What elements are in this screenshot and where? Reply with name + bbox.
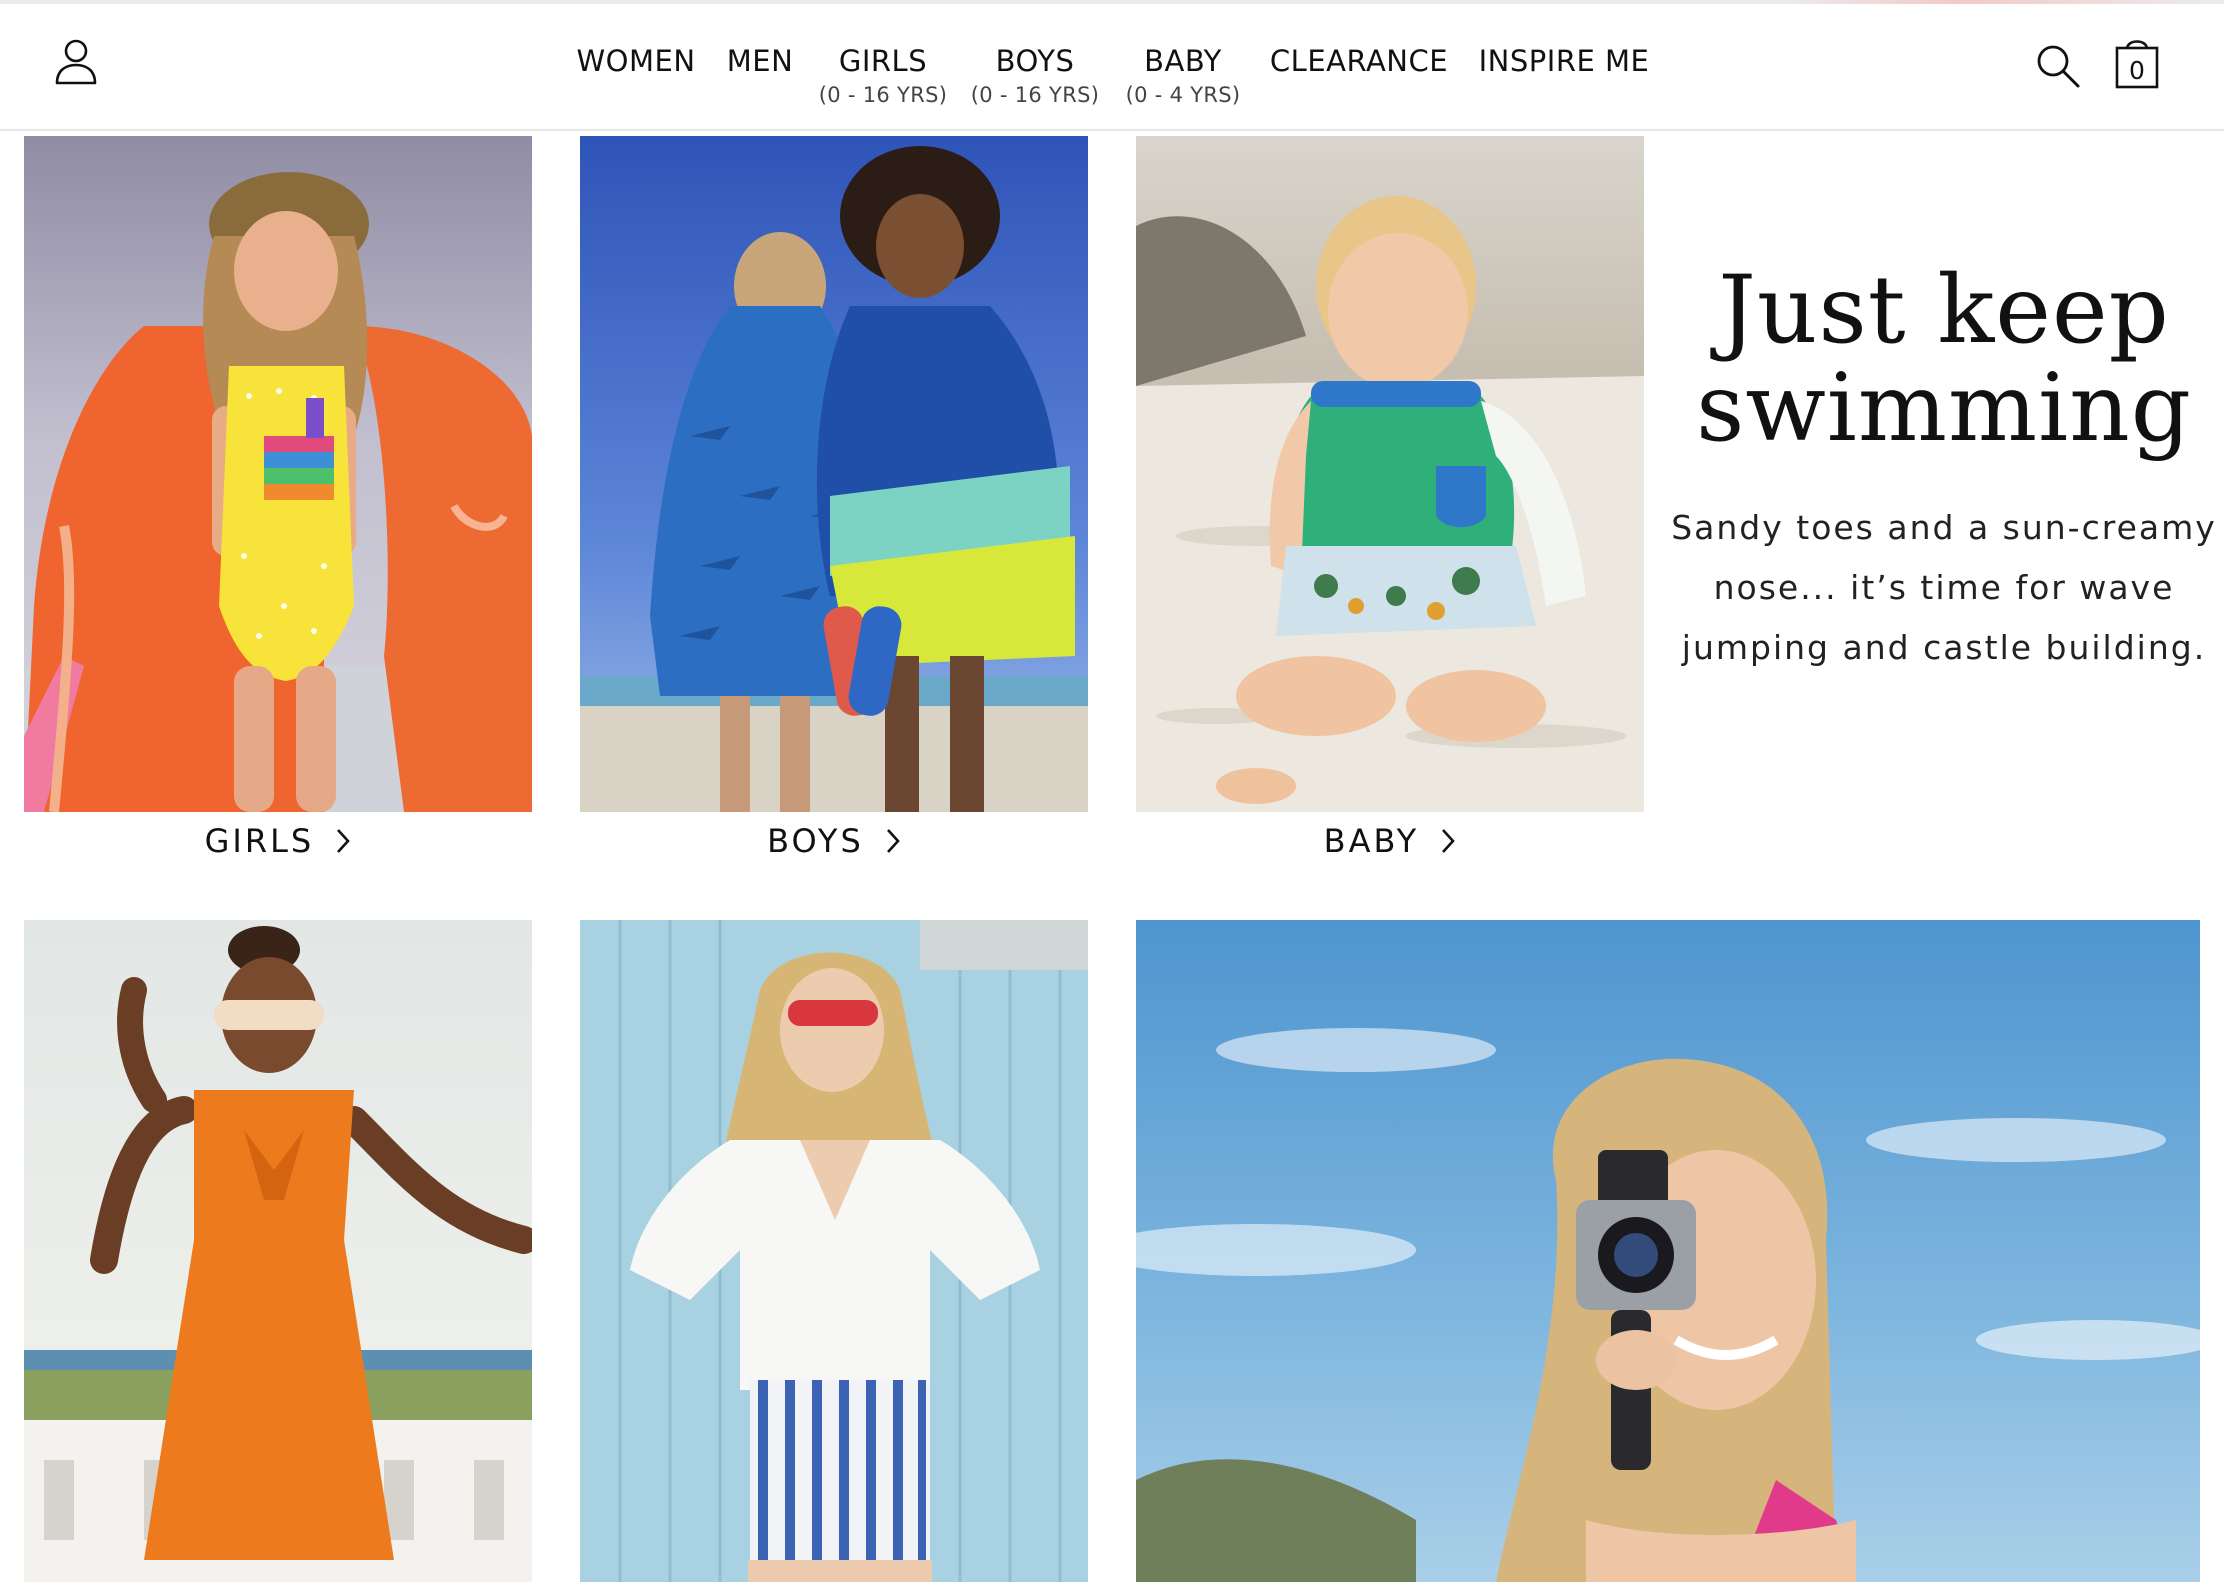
nav-item-men[interactable]: MEN: [722, 44, 798, 78]
nav-item-baby[interactable]: BABY (0 - 4 YRS): [1116, 44, 1250, 107]
site-header: WOMEN MEN GIRLS (0 - 16 YRS) BOYS (0 - 1…: [0, 4, 2224, 131]
nav-label: CLEARANCE: [1269, 44, 1449, 78]
page: WOMEN MEN GIRLS (0 - 16 YRS) BOYS (0 - 1…: [0, 0, 2224, 1591]
orange-dress-image[interactable]: [24, 920, 532, 1582]
nav-label: BABY: [1144, 44, 1222, 78]
nav-label: GIRLS: [838, 44, 928, 78]
nav-label: MEN: [726, 44, 794, 78]
nav-item-women[interactable]: WOMEN: [572, 44, 700, 78]
main-nav: WOMEN MEN GIRLS (0 - 16 YRS) BOYS (0 - 1…: [0, 4, 2224, 131]
promo-body: Sandy toes and a sun-creamy nose... it’s…: [1671, 508, 2217, 667]
nav-item-clearance[interactable]: CLEARANCE: [1264, 44, 1454, 78]
striped-shorts-image[interactable]: [580, 920, 1088, 1582]
promo-title: Just keep swimming: [1664, 262, 2224, 458]
nav-label: BOYS: [995, 44, 1075, 78]
nav-label: INSPIRE ME: [1478, 44, 1650, 78]
caption-label: BOYS: [767, 822, 864, 860]
nav-item-boys[interactable]: BOYS (0 - 16 YRS): [964, 44, 1106, 107]
promo-title-line: swimming: [1696, 354, 2192, 463]
chevron-right-icon: [337, 829, 351, 853]
chevron-right-icon: [1442, 829, 1456, 853]
baby-category-link[interactable]: BABY: [1136, 822, 1644, 866]
shopping-bag-icon[interactable]: 0: [2114, 34, 2160, 90]
search-icon[interactable]: [2034, 42, 2082, 90]
boys-category-image[interactable]: [580, 136, 1088, 812]
nav-sublabel: (0 - 16 YRS): [818, 83, 948, 107]
chevron-right-icon: [886, 829, 900, 853]
promo-title-line: Just keep: [1718, 256, 2170, 365]
camera-woman-image[interactable]: [1136, 920, 2200, 1582]
girls-category-image[interactable]: [24, 136, 532, 812]
baby-category-image[interactable]: [1136, 136, 1644, 812]
boys-category-link[interactable]: BOYS: [580, 822, 1088, 866]
girls-category-link[interactable]: GIRLS: [24, 822, 532, 866]
nav-label: WOMEN: [576, 44, 696, 78]
bag-count: 0: [2129, 56, 2145, 85]
promo-block: Just keep swimming Sandy toes and a sun-…: [1664, 262, 2224, 678]
nav-item-inspire-me[interactable]: INSPIRE ME: [1476, 44, 1652, 78]
nav-sublabel: (0 - 4 YRS): [1125, 83, 1241, 107]
nav-sublabel: (0 - 16 YRS): [970, 83, 1100, 107]
nav-item-girls[interactable]: GIRLS (0 - 16 YRS): [812, 44, 954, 107]
caption-label: GIRLS: [204, 822, 315, 860]
caption-label: BABY: [1323, 822, 1420, 860]
